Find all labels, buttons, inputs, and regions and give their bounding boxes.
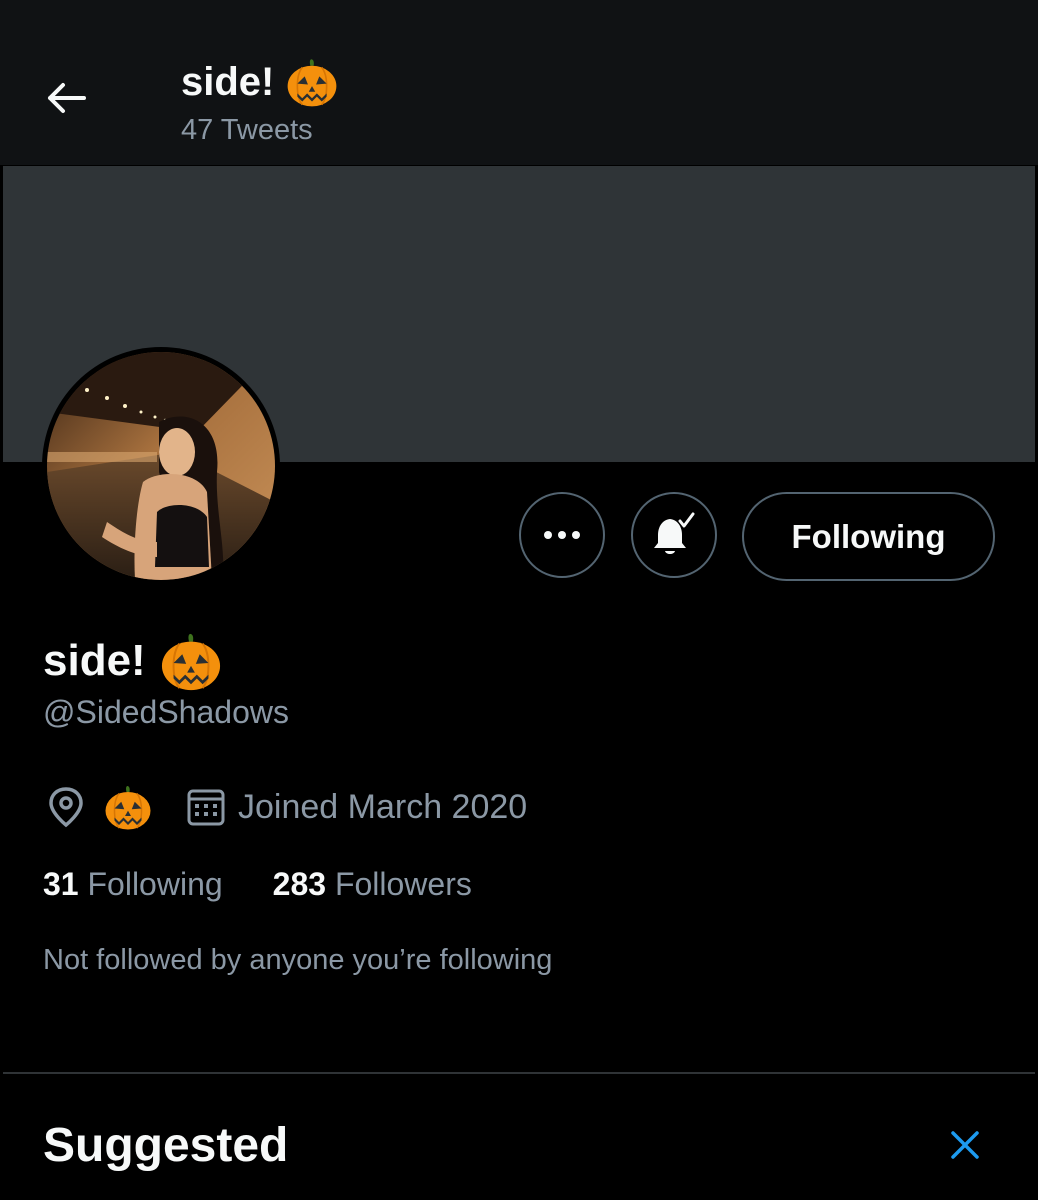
followers-count-link[interactable]: 283 Followers <box>273 866 472 903</box>
follow-counts: 31 Following 283 Followers <box>43 866 472 903</box>
suggested-heading: Suggested <box>43 1119 289 1172</box>
followed-by-note: Not followed by anyone you’re following <box>43 944 553 976</box>
avatar[interactable] <box>42 347 280 585</box>
calendar-icon <box>187 789 225 826</box>
pumpkin-icon <box>104 783 152 831</box>
following-button[interactable]: Following <box>742 492 995 581</box>
notifications-button[interactable] <box>631 492 717 578</box>
top-bar: side! 47 Tweets <box>0 0 1038 165</box>
divider <box>3 1072 1035 1074</box>
profile-meta: Joined March 2020 <box>46 782 527 832</box>
back-arrow-icon <box>48 83 86 113</box>
display-name-text: side! <box>43 636 146 685</box>
following-label: Following <box>87 866 223 902</box>
handle: @SidedShadows <box>43 694 289 730</box>
following-count: 31 <box>43 866 79 902</box>
tweet-count: 47 Tweets <box>181 114 313 146</box>
more-options-button[interactable] <box>519 492 605 578</box>
bell-check-icon <box>654 512 695 554</box>
following-count-link[interactable]: 31 Following <box>43 866 223 903</box>
followers-label: Followers <box>334 866 472 902</box>
location-pin-icon <box>49 787 83 828</box>
close-icon <box>951 1131 979 1159</box>
header-title-text: side! <box>181 59 275 104</box>
display-name: side! <box>43 630 222 692</box>
pumpkin-icon <box>160 630 222 692</box>
dismiss-suggested-button[interactable] <box>944 1124 986 1166</box>
header-title: side! <box>181 56 338 108</box>
back-button[interactable] <box>40 72 92 124</box>
followers-count: 283 <box>272 866 327 902</box>
joined-date: Joined March 2020 <box>238 787 528 826</box>
more-dots-icon <box>544 531 580 539</box>
pumpkin-icon <box>286 56 338 108</box>
avatar-image <box>47 352 275 580</box>
